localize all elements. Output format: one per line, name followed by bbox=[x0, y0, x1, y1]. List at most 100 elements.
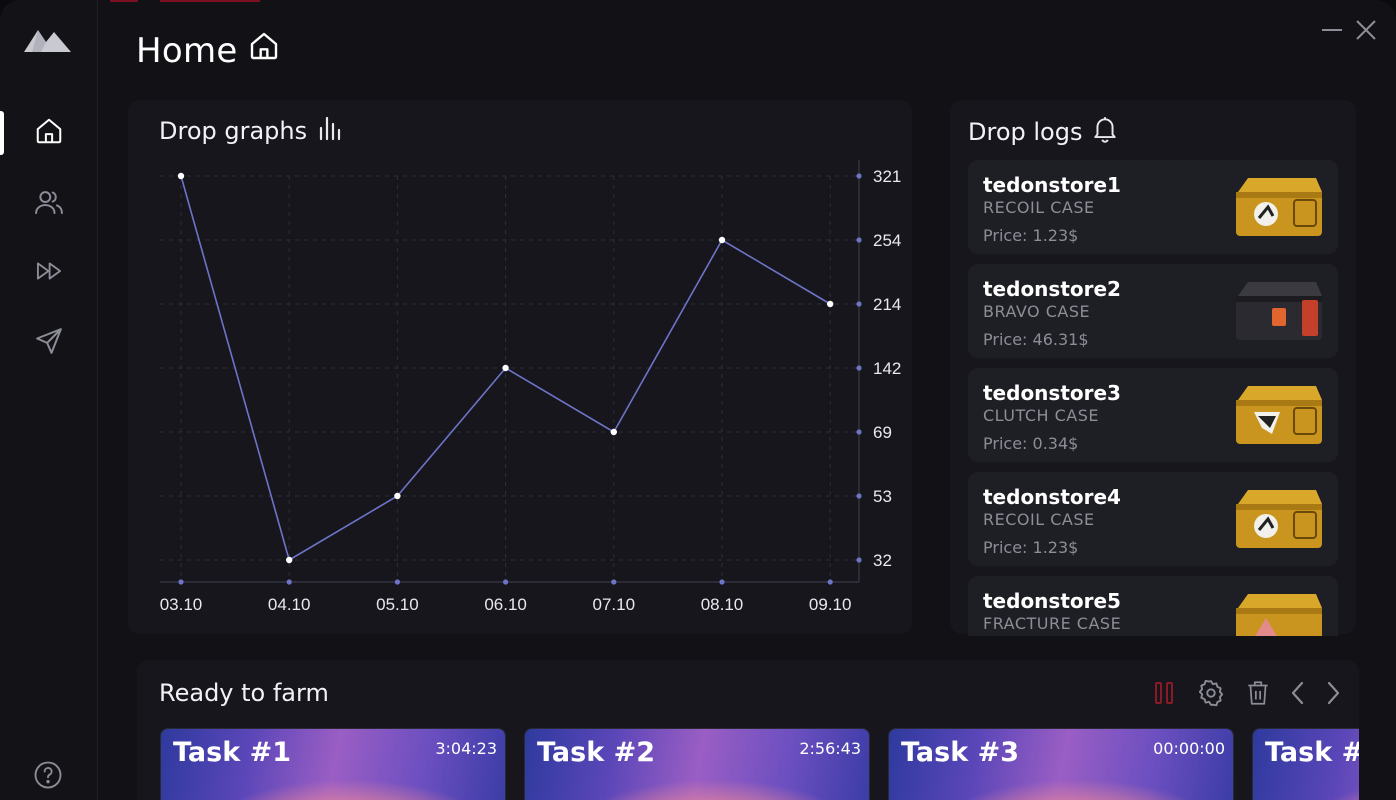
help-button[interactable] bbox=[32, 761, 64, 793]
y-tick-label: 142 bbox=[873, 359, 901, 378]
home-icon bbox=[34, 116, 64, 150]
app-window: Home Drop graphs 03.10 04.10 05.10 06.10 07 bbox=[0, 0, 1396, 800]
log-user: tedonstore4 bbox=[983, 485, 1121, 509]
task-name: Task #3 bbox=[901, 737, 1019, 768]
log-user: tedonstore1 bbox=[983, 173, 1121, 197]
y-tick-label: 321 bbox=[873, 167, 901, 186]
pause-button[interactable] bbox=[1149, 680, 1179, 710]
y-tick bbox=[856, 429, 862, 435]
chevron-left-icon bbox=[1288, 680, 1308, 710]
y-tick bbox=[856, 493, 862, 499]
sidebar-item-home[interactable] bbox=[0, 109, 98, 157]
settings-button[interactable] bbox=[1196, 679, 1226, 711]
y-tick-label: 214 bbox=[873, 295, 901, 314]
x-tick-label: 08.10 bbox=[701, 595, 744, 614]
ready-to-farm-panel: Ready to farm Task #1 3:04:23 Task #2 2:… bbox=[137, 660, 1359, 800]
x-tick-label: 03.10 bbox=[160, 595, 203, 614]
task-card[interactable]: Task #2 2:56:43 bbox=[524, 728, 870, 800]
list-item[interactable]: tedonstore1 RECOIL CASE Price: 1.23$ bbox=[968, 160, 1338, 254]
task-name: Task #1 bbox=[173, 737, 291, 768]
pause-icon bbox=[1153, 681, 1175, 709]
drop-logs-title-text: Drop logs bbox=[968, 118, 1083, 146]
x-tick bbox=[286, 579, 292, 585]
drop-logs-panel: Drop logs tedonstore1 RECOIL CASE Price:… bbox=[950, 100, 1356, 636]
close-button[interactable] bbox=[1352, 18, 1380, 46]
log-case-name: CLUTCH CASE bbox=[983, 406, 1100, 425]
x-tick bbox=[611, 579, 617, 585]
x-tick bbox=[178, 579, 184, 585]
next-button[interactable] bbox=[1318, 680, 1348, 710]
fast-forward-icon bbox=[34, 257, 64, 289]
data-point bbox=[610, 428, 617, 436]
list-item[interactable]: tedonstore5 FRACTURE CASE bbox=[968, 576, 1338, 636]
data-point bbox=[286, 556, 293, 564]
help-icon bbox=[33, 760, 63, 794]
bell-icon bbox=[1092, 115, 1118, 149]
minimize-icon bbox=[1320, 18, 1344, 46]
sidebar-item-users[interactable] bbox=[0, 180, 98, 228]
log-case-name: BRAVO CASE bbox=[983, 302, 1091, 321]
case-icon bbox=[1232, 382, 1324, 452]
y-tick-label: 32 bbox=[873, 551, 892, 570]
drop-logs-title: Drop logs bbox=[968, 115, 1118, 149]
log-user: tedonstore2 bbox=[983, 277, 1121, 301]
users-icon bbox=[33, 187, 65, 221]
log-price: Price: 1.23$ bbox=[983, 538, 1079, 557]
task-card[interactable]: Task #4 bbox=[1252, 728, 1359, 800]
data-point bbox=[502, 364, 509, 372]
case-icon bbox=[1232, 486, 1324, 556]
drop-chart: 03.10 04.10 05.10 06.10 07.10 08.10 09.10 321 25… bbox=[160, 160, 901, 614]
trash-icon bbox=[1245, 679, 1271, 711]
farm-title-text: Ready to farm bbox=[159, 679, 329, 707]
data-point bbox=[394, 492, 401, 500]
top-accent-bar bbox=[160, 0, 260, 2]
delete-button[interactable] bbox=[1243, 680, 1273, 710]
x-tick bbox=[827, 579, 833, 585]
x-tick-label: 06.10 bbox=[484, 595, 527, 614]
sidebar-item-autoplay[interactable] bbox=[0, 249, 98, 297]
drop-graphs-panel: Drop graphs 03.10 04.10 05.10 06.10 07.10 08.… bbox=[128, 100, 912, 634]
task-timer: 3:04:23 bbox=[435, 739, 497, 758]
page-title: Home bbox=[136, 30, 280, 71]
data-point bbox=[177, 172, 185, 180]
list-item[interactable]: tedonstore3 CLUTCH CASE Price: 0.34$ bbox=[968, 368, 1338, 462]
log-case-name: RECOIL CASE bbox=[983, 510, 1095, 529]
prev-button[interactable] bbox=[1283, 680, 1313, 710]
farm-title: Ready to farm bbox=[159, 679, 329, 707]
x-tick-label: 07.10 bbox=[593, 595, 636, 614]
x-tick-label: 05.10 bbox=[376, 595, 419, 614]
gear-icon bbox=[1197, 679, 1225, 711]
log-case-name: RECOIL CASE bbox=[983, 198, 1095, 217]
x-tick bbox=[394, 579, 400, 585]
close-icon bbox=[1354, 18, 1378, 46]
data-point bbox=[827, 300, 834, 308]
log-price: Price: 1.23$ bbox=[983, 226, 1079, 245]
home-icon bbox=[248, 30, 280, 71]
log-price: Price: 0.34$ bbox=[983, 434, 1079, 453]
task-timer: 2:56:43 bbox=[799, 739, 861, 758]
case-icon bbox=[1232, 590, 1324, 636]
app-logo bbox=[24, 26, 72, 58]
drop-logs-list: tedonstore1 RECOIL CASE Price: 1.23$ ted… bbox=[968, 160, 1338, 636]
case-icon bbox=[1232, 278, 1324, 348]
page-title-text: Home bbox=[136, 30, 238, 71]
sidebar-item-send[interactable] bbox=[0, 319, 98, 367]
list-item[interactable]: tedonstore4 RECOIL CASE Price: 1.23$ bbox=[968, 472, 1338, 566]
y-tick bbox=[856, 301, 862, 307]
x-tick bbox=[719, 579, 725, 585]
y-tick-label: 53 bbox=[873, 487, 892, 506]
task-card[interactable]: Task #1 3:04:23 bbox=[160, 728, 506, 800]
minimize-button[interactable] bbox=[1318, 18, 1346, 46]
case-icon bbox=[1232, 174, 1324, 244]
log-case-name: FRACTURE CASE bbox=[983, 614, 1122, 633]
task-card[interactable]: Task #3 00:00:00 bbox=[888, 728, 1234, 800]
chevron-right-icon bbox=[1323, 680, 1343, 710]
sidebar bbox=[0, 0, 98, 800]
x-tick-label: 04.10 bbox=[268, 595, 311, 614]
y-tick bbox=[856, 173, 862, 179]
data-point bbox=[718, 236, 726, 244]
y-tick bbox=[856, 557, 862, 563]
y-tick bbox=[856, 365, 862, 371]
log-user: tedonstore5 bbox=[983, 589, 1121, 613]
list-item[interactable]: tedonstore2 BRAVO CASE Price: 46.31$ bbox=[968, 264, 1338, 358]
